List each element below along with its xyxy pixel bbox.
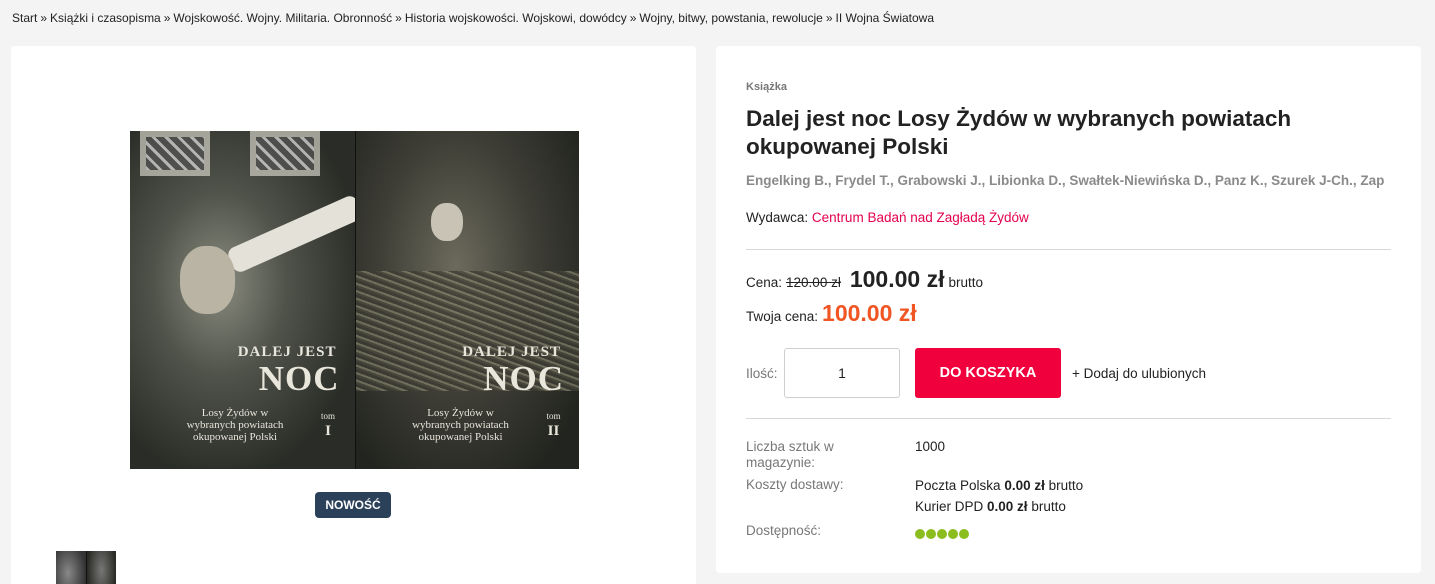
cover-subtitle: Losy Żydów w wybranych powiatach okupowa… [186,407,284,443]
your-price-row: Twoja cena: 100.00 zł [746,300,917,327]
cover-tom-number: II [547,423,560,439]
breadcrumb-start[interactable]: Start [12,11,37,25]
stock-label: Liczba sztuk w magazynie: [746,439,834,470]
availability-dot [926,529,936,539]
divider [746,249,1391,250]
add-to-favorites-link[interactable]: + Dodaj do ulubionych [1072,366,1206,381]
cover-window-decoration [140,131,210,176]
shipping-carrier: Kurier DPD [915,499,984,514]
divider [746,418,1391,419]
shipping-brutto: brutto [1031,499,1066,514]
product-title: Dalej jest noc Losy Żydów w wybranych po… [746,106,1292,159]
cover-tom-label: tom [546,411,561,421]
availability-dot [959,529,969,539]
price-label: Cena: [746,275,783,290]
shipping-price: 0.00 zł [987,499,1028,514]
cover-volume-1: DALEJ JEST NOC Losy Żydów w wybranych po… [130,131,355,469]
add-to-cart-button[interactable]: DO KOSZYKA [915,348,1061,398]
your-price: 100.00 zł [822,300,917,326]
product-authors[interactable]: Engelking B., Frydel T., Grabowski J., L… [746,173,1384,188]
product-info: Książka Dalej jest noc Losy Żydów w wybr… [716,46,1421,573]
breadcrumb-separator: » [395,11,402,25]
breadcrumb-separator: » [825,11,833,25]
cover-tom-number: I [325,423,331,439]
publisher-label: Wydawca: [746,210,809,225]
product-category: Książka [746,81,787,93]
old-price: 120.00 zł [786,275,841,290]
availability-dot [948,529,958,539]
price-row: Cena: 120.00 zł 100.00 zł brutto [746,266,983,293]
product-gallery: DALEJ JEST NOC Losy Żydów w wybranych po… [11,46,696,584]
availability-indicator [915,529,969,539]
cover-figure-face [180,246,235,314]
breadcrumb-books[interactable]: Książki i czasopisma [50,11,161,25]
shipping-option-poczta: Poczta Polska 0.00 zł brutto [915,478,1083,494]
price-brutto-label: brutto [948,275,983,290]
availability-label: Dostępność: [746,523,822,538]
breadcrumb-ww2[interactable]: II Wojna Światowa [836,11,935,25]
publisher-row: Wydawca: Centrum Badań nad Zagładą Żydów [746,210,1029,225]
publisher-link[interactable]: Centrum Badań nad Zagładą Żydów [812,210,1029,225]
cover-title-main: NOC [483,359,564,398]
shipping-label: Koszty dostawy: [746,477,844,492]
cover-title-main: NOC [258,359,340,398]
shipping-option-dpd: Kurier DPD 0.00 zł brutto [915,499,1066,515]
cover-tom-label: tom [320,411,335,421]
new-badge: NOWOŚĆ [315,492,391,518]
breadcrumb-military[interactable]: Wojskowość. Wojny. Militaria. Obronność [173,11,392,25]
availability-dot [915,529,925,539]
breadcrumb-separator: » [40,11,48,25]
cover-volume-2: DALEJ JEST NOC Losy Żydów w wybranych po… [354,131,579,469]
stock-value: 1000 [915,439,946,454]
cover-subtitle: Losy Żydów w wybranych powiatach okupowa… [412,407,509,443]
quantity-input[interactable] [784,348,900,398]
availability-dot [937,529,947,539]
cover-figure-arm [225,193,355,275]
current-price: 100.00 zł [849,266,945,292]
breadcrumb: Start» Książki i czasopisma» Wojskowość. W… [12,11,934,25]
breadcrumb-wars[interactable]: Wojny, bitwy, powstania, rewolucje [639,11,822,25]
breadcrumb-separator: » [163,11,171,25]
breadcrumb-separator: » [629,11,637,25]
shipping-price: 0.00 zł [1004,478,1045,493]
cover-window-decoration [250,131,320,176]
product-cover-image[interactable]: DALEJ JEST NOC Losy Żydów w wybranych po… [130,131,579,469]
shipping-carrier: Poczta Polska [915,478,1001,493]
shipping-brutto: brutto [1048,478,1084,493]
quantity-label: Ilość: [746,366,778,381]
your-price-label: Twoja cena: [746,309,819,324]
cover-figure-face [430,203,463,241]
thumbnail-volume-1 [56,551,86,584]
gallery-thumbnail[interactable] [56,551,116,584]
breadcrumb-military-history[interactable]: Historia wojskowości. Wojskowi, dowódcy [405,11,627,25]
thumbnail-volume-2 [86,551,116,584]
